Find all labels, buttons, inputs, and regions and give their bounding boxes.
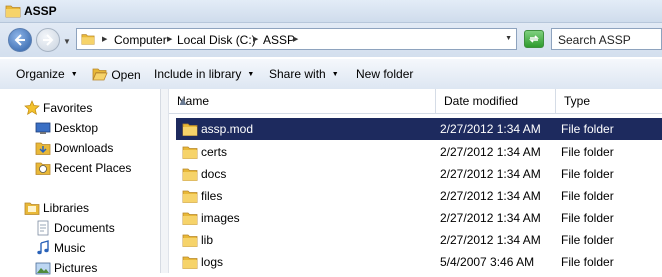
forward-button[interactable]: [36, 28, 60, 52]
back-button[interactable]: [8, 28, 32, 52]
share-label: Share with: [269, 67, 326, 81]
open-folder-icon: [92, 68, 108, 81]
search-input[interactable]: Search ASSP: [551, 28, 662, 50]
file-type: File folder: [561, 167, 614, 181]
downloads-folder-icon: [35, 142, 51, 155]
star-icon: [24, 100, 40, 116]
back-arrow-icon: [14, 34, 25, 46]
nav-label: Favorites: [43, 101, 93, 115]
new-folder-button[interactable]: New folder: [356, 67, 413, 81]
file-type: File folder: [561, 255, 614, 269]
file-type: File folder: [561, 189, 614, 203]
recent-places-icon: [35, 162, 51, 175]
column-header-type[interactable]: Type: [556, 89, 662, 113]
breadcrumb-separator[interactable]: ▶: [253, 35, 258, 43]
sort-ascending-icon: ▲: [177, 94, 189, 108]
breadcrumb-separator[interactable]: ▶: [293, 35, 298, 43]
desktop-icon: [35, 122, 51, 134]
folder-icon: [182, 190, 198, 203]
organize-button[interactable]: Organize ▼: [16, 67, 78, 81]
organize-label: Organize: [16, 67, 65, 81]
file-date: 2/27/2012 1:34 AM: [440, 145, 541, 159]
file-date: 2/27/2012 1:34 AM: [440, 233, 541, 247]
navigation-scrollbar[interactable]: [161, 89, 169, 273]
recent-pages-dropdown[interactable]: ▼: [63, 37, 71, 46]
column-label: Type: [564, 94, 591, 108]
open-button[interactable]: Open: [92, 67, 141, 82]
breadcrumb-local-disk[interactable]: Local Disk (C:): [177, 33, 256, 47]
folder-icon: [182, 146, 198, 159]
breadcrumb-assp[interactable]: ASSP: [263, 33, 295, 47]
chevron-down-icon: ▼: [331, 71, 339, 78]
refresh-icon: [529, 35, 539, 43]
file-name: files: [201, 189, 223, 203]
table-row[interactable]: lib 2/27/2012 1:34 AM File folder: [176, 229, 662, 251]
file-date: 5/4/2007 3:46 AM: [440, 255, 535, 269]
nav-label: Music: [54, 241, 86, 255]
nav-label: Libraries: [43, 201, 90, 215]
file-date: 2/27/2012 1:34 AM: [440, 189, 541, 203]
file-type: File folder: [561, 233, 614, 247]
folder-icon: [81, 34, 95, 45]
command-bar: Organize ▼ Open Include in library ▼ Share…: [0, 58, 662, 90]
navigation-pane: Favorites Desktop Downloads Recent Place…: [0, 89, 160, 275]
file-date: 2/27/2012 1:34 AM: [440, 211, 541, 225]
file-name: lib: [201, 233, 214, 247]
breadcrumb-computer[interactable]: Computer: [114, 33, 167, 47]
nav-label: Desktop: [54, 121, 99, 135]
file-name: images: [201, 211, 240, 225]
forward-arrow-icon: [43, 34, 54, 46]
table-row[interactable]: logs 5/4/2007 3:46 AM File folder: [176, 251, 662, 273]
folder-icon: [182, 234, 198, 247]
file-name: docs: [201, 167, 227, 181]
documents-icon: [37, 220, 49, 236]
share-with-button[interactable]: Share with ▼: [269, 67, 339, 81]
file-date: 2/27/2012 1:34 AM: [440, 167, 541, 181]
address-history-dropdown[interactable]: ▼: [505, 35, 512, 42]
nav-label: Recent Places: [54, 161, 132, 175]
file-type: File folder: [561, 122, 614, 136]
window-title: ASSP: [24, 4, 57, 18]
music-icon: [37, 240, 49, 255]
table-row[interactable]: images 2/27/2012 1:34 AM File folder: [176, 207, 662, 229]
column-headers: Name ▲ Date modified Type: [169, 89, 662, 114]
file-type: File folder: [561, 145, 614, 159]
breadcrumb-separator[interactable]: ▶: [102, 35, 107, 43]
refresh-button[interactable]: [524, 30, 544, 48]
column-label: Date modified: [444, 94, 519, 108]
chevron-down-icon: ▼: [70, 71, 78, 78]
column-header-name[interactable]: Name ▲: [169, 89, 436, 113]
title-bar: ASSP: [0, 0, 662, 23]
chevron-down-icon: ▼: [247, 71, 255, 78]
address-row: ▼ ▶ Computer ▶ Local Disk (C:) ▶ ASSP ▶ …: [0, 23, 662, 57]
table-row[interactable]: files 2/27/2012 1:34 AM File folder: [176, 185, 662, 207]
table-row[interactable]: assp.mod 2/27/2012 1:34 AM File folder: [176, 118, 662, 140]
file-name: assp.mod: [201, 122, 254, 136]
search-placeholder: Search ASSP: [558, 33, 631, 47]
folder-icon: [182, 168, 198, 181]
file-date: 2/27/2012 1:34 AM: [440, 122, 541, 136]
address-bar[interactable]: ▶ Computer ▶ Local Disk (C:) ▶ ASSP ▶ ▼: [76, 28, 517, 50]
folder-icon: [5, 5, 21, 18]
folder-icon: [182, 256, 198, 269]
file-name: logs: [201, 255, 224, 269]
table-row[interactable]: docs 2/27/2012 1:34 AM File folder: [176, 163, 662, 185]
folder-icon: [182, 123, 198, 136]
include-label: Include in library: [154, 67, 242, 81]
new-folder-label: New folder: [356, 67, 414, 81]
column-header-date-modified[interactable]: Date modified: [436, 89, 556, 113]
breadcrumb-separator[interactable]: ▶: [167, 35, 172, 43]
include-in-library-button[interactable]: Include in library ▼: [154, 67, 254, 81]
open-label: Open: [111, 68, 141, 82]
folder-icon: [182, 212, 198, 225]
libraries-icon: [24, 202, 40, 215]
pictures-icon: [35, 262, 51, 275]
nav-label: Downloads: [54, 141, 114, 155]
file-name: certs: [201, 145, 228, 159]
file-type: File folder: [561, 211, 614, 225]
table-row[interactable]: certs 2/27/2012 1:34 AM File folder: [176, 141, 662, 163]
nav-label: Documents: [54, 221, 115, 235]
